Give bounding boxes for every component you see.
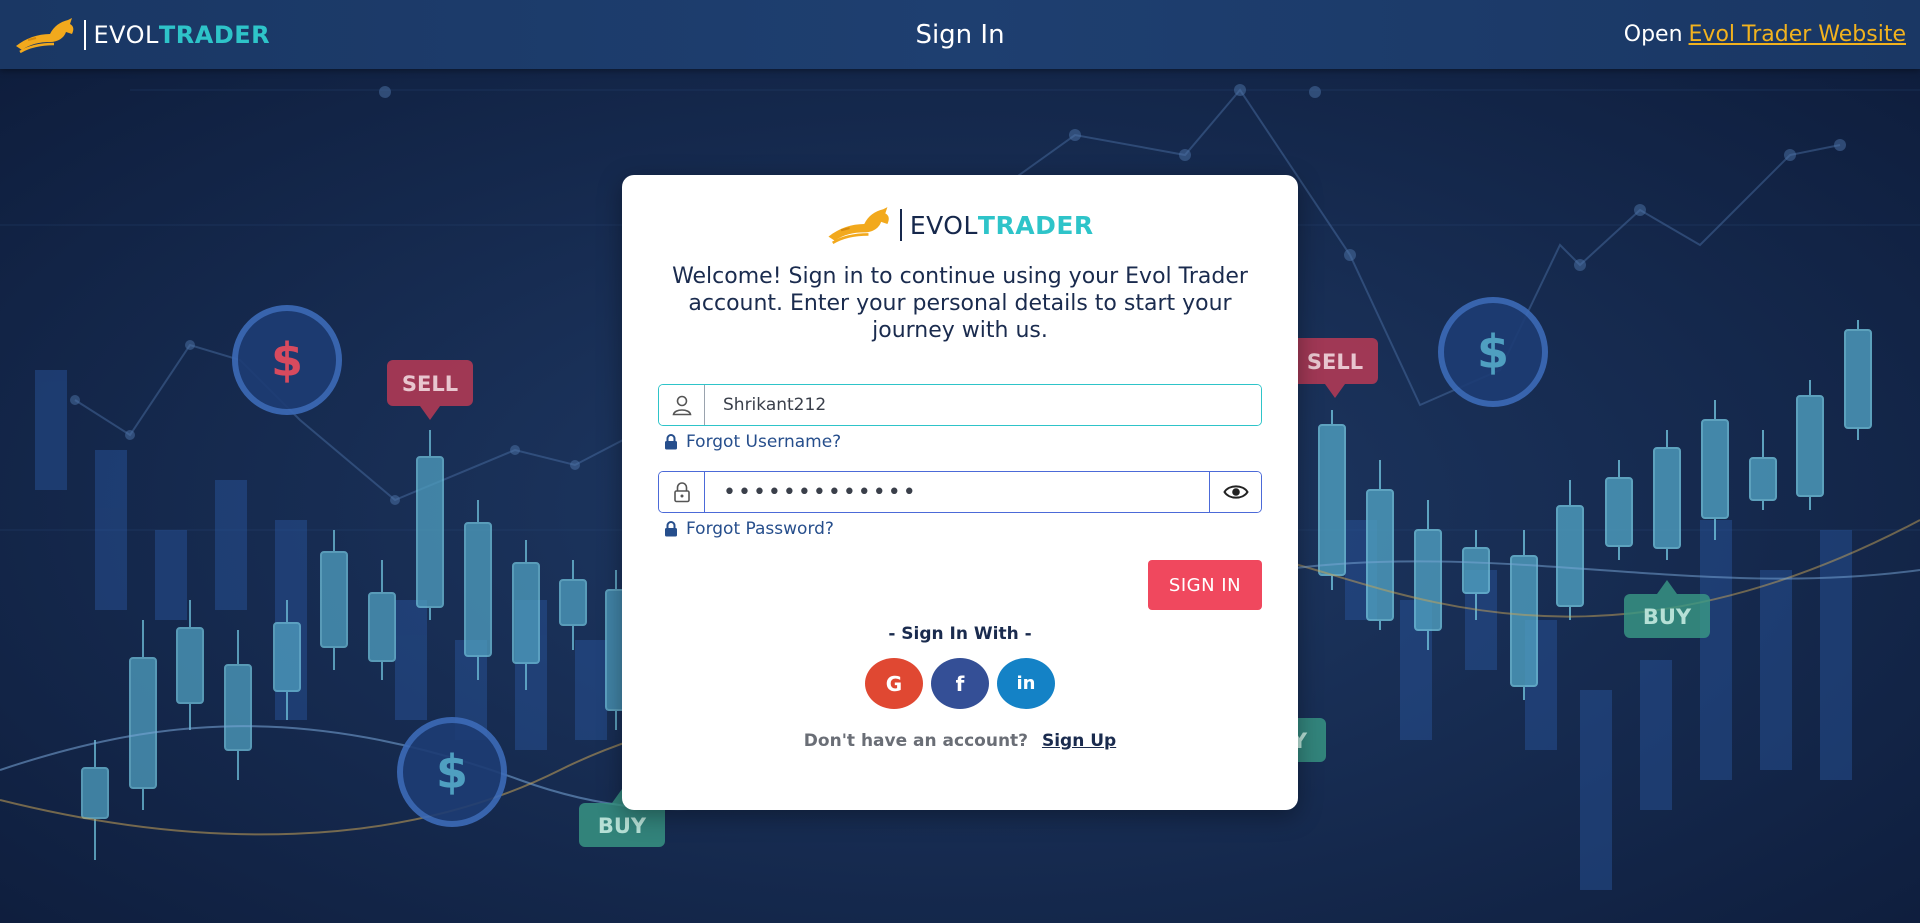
svg-text:SELL: SELL	[402, 372, 458, 396]
svg-text:$: $	[271, 333, 303, 387]
forgot-password-link[interactable]: Forgot Password?	[664, 518, 834, 540]
brand-word-trader: TRADER	[158, 20, 271, 49]
linkedin-icon: in	[1016, 673, 1036, 694]
website-link[interactable]: Evol Trader Website	[1689, 22, 1906, 47]
forgot-username-link[interactable]: Forgot Username?	[664, 431, 841, 453]
forgot-password-label: Forgot Password?	[686, 519, 834, 539]
sign-up-row: Don't have an account? Sign Up	[658, 731, 1262, 751]
svg-text:$: $	[1477, 325, 1509, 379]
password-input[interactable]	[705, 472, 1209, 512]
facebook-login-button[interactable]: f	[931, 658, 989, 709]
coin-icon: $	[232, 305, 342, 415]
brand-word-trader: TRADER	[977, 210, 1094, 240]
google-login-button[interactable]: G	[865, 658, 923, 709]
username-field	[658, 384, 1262, 426]
coin-icon: $	[1438, 297, 1548, 407]
coin-icon: $	[397, 717, 507, 827]
svg-text:BUY: BUY	[1643, 605, 1692, 629]
sign-in-row: SIGN IN	[658, 560, 1262, 610]
password-field	[658, 471, 1262, 513]
lock-icon	[665, 521, 677, 537]
user-icon	[659, 385, 705, 425]
bull-logo-icon	[16, 17, 74, 53]
sign-in-button[interactable]: SIGN IN	[1148, 560, 1262, 610]
forgot-username-label: Forgot Username?	[686, 432, 842, 452]
sign-in-with-label: - Sign In With -	[888, 624, 1032, 644]
open-website: Open Evol Trader Website	[1624, 22, 1906, 47]
logo-divider	[84, 19, 86, 50]
no-account-text: Don't have an account?	[803, 731, 1029, 751]
linkedin-login-button[interactable]: in	[997, 658, 1055, 709]
eye-icon[interactable]	[1209, 472, 1261, 512]
lock-icon	[665, 434, 677, 450]
top-header: EVOLTRADER Sign In Open Evol Trader Webs…	[0, 0, 1920, 69]
facebook-icon: f	[955, 671, 965, 696]
svg-text:$: $	[436, 745, 468, 799]
logo-divider	[900, 209, 902, 241]
brand-name: EVOLTRADER	[94, 21, 271, 49]
social-login-buttons: G f in	[658, 658, 1262, 709]
google-icon: G	[885, 671, 903, 696]
brand-word-evol: EVOL	[93, 20, 159, 49]
bull-logo-icon	[828, 207, 890, 245]
svg-text:BUY: BUY	[598, 814, 647, 838]
header-logo[interactable]: EVOLTRADER	[14, 16, 270, 54]
open-label: Open	[1623, 22, 1683, 47]
brand-word-evol: EVOL	[909, 210, 978, 240]
brand-name: EVOLTRADER	[910, 211, 1094, 240]
sign-in-card: EVOLTRADER Welcome! Sign in to continue …	[622, 175, 1298, 810]
username-input[interactable]	[705, 385, 1261, 425]
lock-icon	[659, 472, 705, 512]
svg-text:SELL: SELL	[1307, 350, 1363, 374]
sign-up-link[interactable]: Sign Up	[1042, 731, 1116, 751]
welcome-message: Welcome! Sign in to continue using your …	[672, 264, 1248, 343]
card-logo: EVOLTRADER	[658, 205, 1262, 245]
